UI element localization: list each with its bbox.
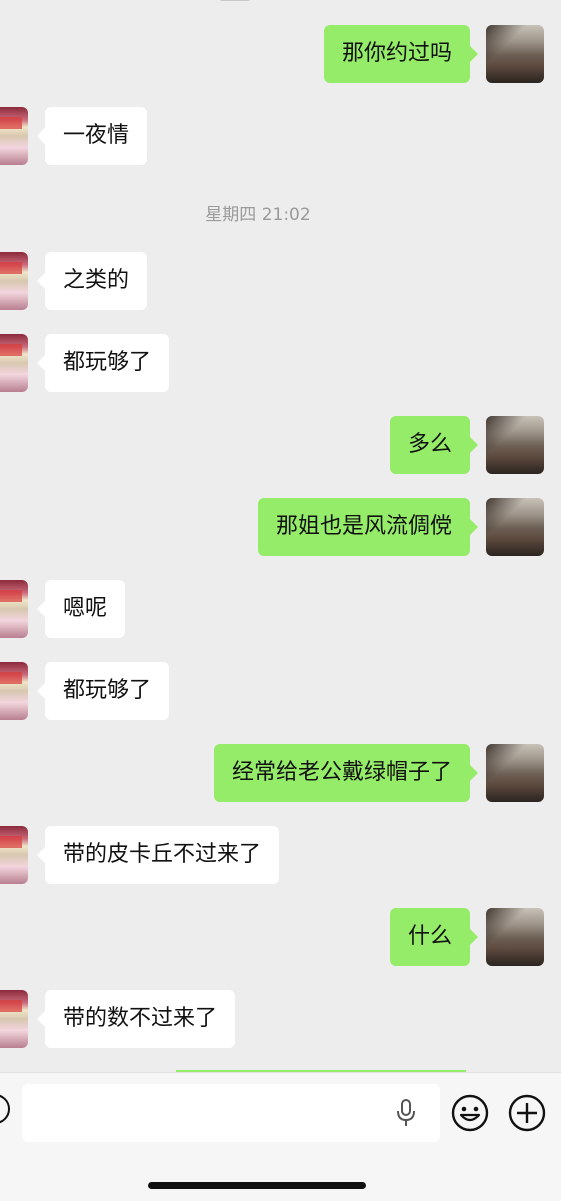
received-bubble[interactable]: 带的数不过来了 xyxy=(36,990,236,1048)
message-row: 都玩够了 xyxy=(0,662,561,720)
contact-avatar[interactable] xyxy=(0,334,28,392)
my-avatar[interactable] xyxy=(486,416,544,474)
message-row: 带的皮卡丘不过来了 xyxy=(0,826,561,884)
sent-bubble[interactable]: 多么 xyxy=(389,416,479,474)
microphone-icon[interactable] xyxy=(396,1099,416,1127)
contact-avatar[interactable] xyxy=(0,990,28,1048)
contact-avatar[interactable] xyxy=(0,580,28,638)
message-row: 什么 xyxy=(0,908,561,966)
received-bubble[interactable]: 嗯呢 xyxy=(36,580,126,638)
received-bubble[interactable]: 之类的 xyxy=(36,252,148,310)
message-row: 多么 xyxy=(0,416,561,474)
received-bubble[interactable]: 都玩够了 xyxy=(36,662,170,720)
sent-bubble[interactable]: 那你约过吗 xyxy=(323,25,479,83)
message-row: 都玩够了 xyxy=(0,334,561,392)
sent-bubble[interactable]: 什么 xyxy=(389,908,479,966)
timestamp: 星期四 21:02 xyxy=(205,205,311,225)
message-row: 带的数不过来了 xyxy=(0,990,561,1048)
home-indicator[interactable] xyxy=(148,1182,366,1189)
message-input[interactable] xyxy=(22,1084,440,1142)
my-avatar[interactable] xyxy=(486,25,544,83)
my-avatar[interactable] xyxy=(486,498,544,556)
my-avatar[interactable] xyxy=(486,744,544,802)
message-row: 经常给老公戴绿帽子了 xyxy=(0,744,561,802)
my-avatar[interactable] xyxy=(486,908,544,966)
contact-avatar[interactable] xyxy=(0,662,28,720)
plus-icon[interactable] xyxy=(508,1094,546,1132)
sent-bubble[interactable]: 经常给老公戴绿帽子了 xyxy=(213,744,479,802)
partial-timestamp xyxy=(220,0,250,1)
received-bubble[interactable]: 都玩够了 xyxy=(36,334,170,392)
message-row: 那你约过吗 xyxy=(0,25,561,83)
sent-bubble[interactable]: 那姐也是风流倜傥 xyxy=(257,498,479,556)
contact-avatar[interactable] xyxy=(0,107,28,165)
message-row: 之类的 xyxy=(0,252,561,310)
received-bubble[interactable]: 一夜情 xyxy=(36,107,148,165)
message-row: 一夜情 xyxy=(0,107,561,165)
received-bubble[interactable]: 带的皮卡丘不过来了 xyxy=(36,826,280,884)
contact-avatar[interactable] xyxy=(0,826,28,884)
message-row: 嗯呢 xyxy=(0,580,561,638)
message-row: 那姐也是风流倜傥 xyxy=(0,498,561,556)
contact-avatar[interactable] xyxy=(0,252,28,310)
emoji-icon[interactable] xyxy=(451,1094,489,1132)
chat-area: 那你约过吗 一夜情 星期四 21:02 之类的 都玩够了 多么 那姐也是风流倜傥… xyxy=(0,0,561,1072)
